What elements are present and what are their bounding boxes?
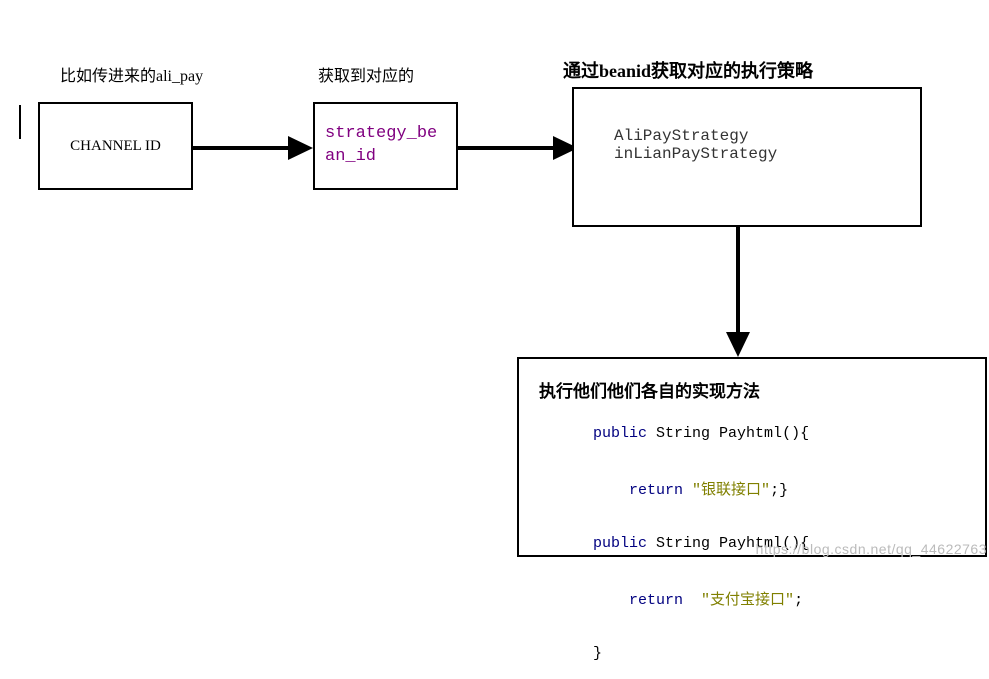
strategy-bean-text: strategy_bean_id [325,123,446,169]
left-tick-mark [19,105,21,139]
arrow-strategy-to-impl [720,227,760,357]
channel-id-text: CHANNEL ID [70,138,161,155]
str-zhifubao: "支付宝接口" [701,592,794,609]
type-string-1: String [647,425,719,442]
box2-caption: 获取到对应的 [318,62,414,86]
channel-id-box: CHANNEL ID [38,102,193,190]
strategy-list-box: AliPayStrategy inLianPayStrategy [572,87,922,227]
implementation-box: 执行他们他们各自的实现方法 public String Payhtml(){ r… [517,357,987,557]
arrow-bean-to-strategy [458,130,578,170]
kw-return-1: return [593,482,692,499]
rest-1: (){ [782,425,809,442]
method-name-1: Payhtml [719,425,782,442]
strategy-line2: inLianPayStrategy [614,145,880,163]
box3-caption: 通过beanid获取对应的执行策略 [563,57,813,83]
box1-caption: 比如传进来的ali_pay [60,62,203,86]
rest-2: ;} [770,482,788,499]
impl-title: 执行他们他们各自的实现方法 [539,377,965,402]
kw-public-1: public [593,425,647,442]
kw-public-2: public [593,535,647,552]
closing-brace: } [593,645,602,662]
strategy-bean-box: strategy_bean_id [313,102,458,190]
rest-4: ; [794,592,803,609]
strategy-line1: AliPayStrategy [614,127,880,145]
watermark: https://blog.csdn.net/qq_44622763 [756,541,987,557]
arrow-channel-to-bean [193,130,313,170]
kw-return-2: return [593,592,701,609]
str-yinlian: "银联接口" [692,482,770,499]
type-string-2: String [647,535,719,552]
